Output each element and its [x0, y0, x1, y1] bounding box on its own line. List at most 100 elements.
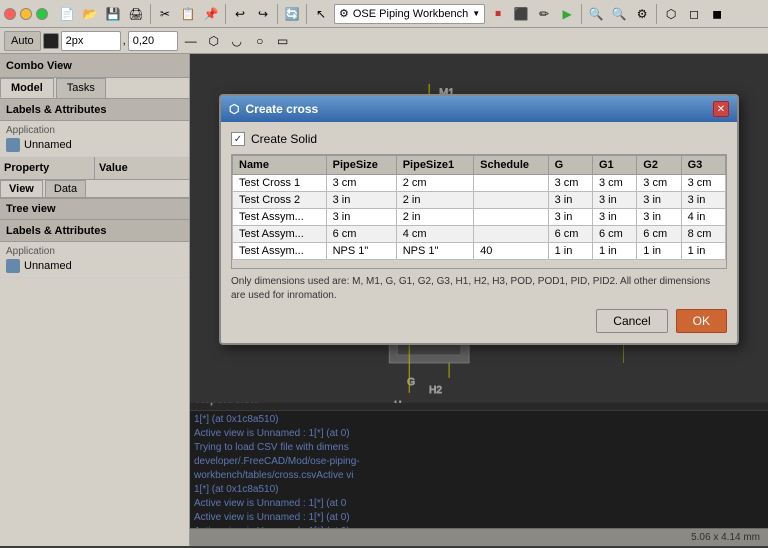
cell-0-1: 3 cm [326, 175, 396, 192]
property-value-header: Property Value [0, 157, 189, 180]
col-pipesize1: PipeSize1 [396, 156, 473, 175]
redo-icon[interactable]: ↪ [252, 3, 274, 25]
value-input[interactable] [128, 31, 178, 51]
cell-1-6: 3 in [637, 192, 681, 209]
unnamed-label2: Unnamed [24, 260, 72, 272]
cell-1-1: 3 in [326, 192, 396, 209]
cell-0-2: 2 cm [396, 175, 473, 192]
cell-2-2: 2 in [396, 209, 473, 226]
pipe-table-scroll[interactable]: Name PipeSize PipeSize1 Schedule G G1 G2… [231, 154, 727, 269]
color-swatch[interactable] [43, 33, 59, 49]
workbench-label: OSE Piping Workbench [353, 8, 468, 20]
cell-1-2: 2 in [396, 192, 473, 209]
cell-0-6: 3 cm [637, 175, 681, 192]
open-icon[interactable]: 📂 [79, 3, 101, 25]
cell-1-7: 3 in [681, 192, 725, 209]
unnamed-icon [6, 138, 20, 152]
table-row[interactable]: Test Assym...3 in2 in3 in3 in3 in4 in [233, 209, 726, 226]
cut-icon[interactable]: ✂ [154, 3, 176, 25]
px-input[interactable] [61, 31, 121, 51]
view3d-icon[interactable]: ◻ [683, 3, 705, 25]
left-panel: Combo View Model Tasks Labels & Attribut… [0, 54, 190, 546]
ok-button[interactable]: OK [676, 309, 727, 333]
cell-4-6: 1 in [637, 243, 681, 260]
table-row[interactable]: Test Assym...6 cm4 cm6 cm6 cm6 cm8 cm [233, 226, 726, 243]
table-row[interactable]: Test Cross 13 cm2 cm3 cm3 cm3 cm3 cm [233, 175, 726, 192]
model-tab[interactable]: Model [0, 78, 54, 98]
maximize-button[interactable] [36, 8, 48, 20]
copy-icon[interactable]: 📋 [177, 3, 199, 25]
poly-icon[interactable]: ⬡ [203, 30, 225, 52]
pause-icon[interactable]: ⬛ [510, 3, 532, 25]
stop-icon[interactable]: ⏹ [487, 3, 509, 25]
cell-0-4: 3 cm [548, 175, 592, 192]
unnamed-label: Unnamed [24, 139, 72, 151]
file-tools: 📄 📂 💾 🖨 ✂ 📋 📌 ↩ ↪ 🔄 ↖ [56, 3, 332, 25]
zoom-minus-icon[interactable]: 🔍 [608, 3, 630, 25]
refresh-icon[interactable]: 🔄 [281, 3, 303, 25]
create-solid-checkbox[interactable]: ✓ [231, 132, 245, 146]
application-section2: Application Unnamed [0, 242, 189, 278]
sep6 [656, 4, 657, 24]
right-tools: ⏹ ⬛ ✏ ▶ 🔍 🔍 ⚙ ⬡ ◻ ◼ [487, 3, 728, 25]
second-toolbar: Auto , — ⬡ ◡ ○ ▭ [0, 28, 768, 54]
application-label: Application [6, 125, 183, 136]
property-col-header: Property [0, 157, 95, 179]
settings-icon[interactable]: ⚙ [631, 3, 653, 25]
sep3 [277, 4, 278, 24]
new-icon[interactable]: 📄 [56, 3, 78, 25]
save-icon[interactable]: 💾 [102, 3, 124, 25]
cube-icon[interactable]: ⬡ [660, 3, 682, 25]
close-button[interactable] [4, 8, 16, 20]
cell-2-4: 3 in [548, 209, 592, 226]
rect-icon[interactable]: ▭ [272, 30, 294, 52]
cell-3-6: 6 cm [637, 226, 681, 243]
print-icon[interactable]: 🖨 [125, 3, 147, 25]
cell-4-4: 1 in [548, 243, 592, 260]
dialog-title-text: Create cross [245, 102, 318, 116]
unnamed-icon2 [6, 259, 20, 273]
paste-icon[interactable]: 📌 [200, 3, 222, 25]
zoom-icon[interactable]: 🔍 [585, 3, 607, 25]
cell-3-1: 6 cm [326, 226, 396, 243]
minimize-button[interactable] [20, 8, 32, 20]
table-row[interactable]: Test Assym...NPS 1"NPS 1"401 in1 in1 in1… [233, 243, 726, 260]
info-text: Only dimensions used are: M, M1, G, G1, … [231, 275, 727, 303]
combo-view-label: Combo View [6, 60, 72, 72]
cell-3-2: 4 cm [396, 226, 473, 243]
tasks-tab[interactable]: Tasks [56, 78, 106, 98]
cancel-button[interactable]: Cancel [596, 309, 667, 333]
cell-0-7: 3 cm [681, 175, 725, 192]
value-col-header: Value [95, 157, 189, 179]
cell-2-6: 3 in [637, 209, 681, 226]
table-row[interactable]: Test Cross 23 in2 in3 in3 in3 in3 in [233, 192, 726, 209]
workbench-selector[interactable]: ⚙ OSE Piping Workbench ▼ [334, 4, 485, 24]
line-icon[interactable]: — [180, 30, 202, 52]
view-tab[interactable]: View [0, 180, 43, 197]
drawing-tools: — ⬡ ◡ ○ ▭ [180, 30, 294, 52]
circle-icon[interactable]: ○ [249, 30, 271, 52]
cell-2-1: 3 in [326, 209, 396, 226]
cursor-icon[interactable]: ↖ [310, 3, 332, 25]
dialog-body: ✓ Create Solid Name PipeSize PipeSize1 [221, 122, 737, 343]
col-g: G [548, 156, 592, 175]
cell-3-0: Test Assym... [233, 226, 327, 243]
view-mode-icon[interactable]: ◼ [706, 3, 728, 25]
col-schedule: Schedule [474, 156, 548, 175]
arc-icon[interactable]: ◡ [226, 30, 248, 52]
edit-icon[interactable]: ✏ [533, 3, 555, 25]
create-cross-dialog: ⬡ Create cross ✕ ✓ Create Solid [219, 94, 739, 345]
play-icon[interactable]: ▶ [556, 3, 578, 25]
dialog-close-button[interactable]: ✕ [713, 101, 729, 117]
cell-4-7: 1 in [681, 243, 725, 260]
view-data-tabs: View Data [0, 180, 189, 198]
dialog-icon: ⬡ [229, 102, 239, 116]
dropdown-arrow-icon: ▼ [472, 9, 480, 18]
undo-icon[interactable]: ↩ [229, 3, 251, 25]
cell-2-7: 4 in [681, 209, 725, 226]
sep5 [581, 4, 582, 24]
window-controls [4, 8, 48, 20]
auto-button[interactable]: Auto [4, 31, 41, 51]
data-tab[interactable]: Data [45, 180, 86, 197]
cell-2-0: Test Assym... [233, 209, 327, 226]
